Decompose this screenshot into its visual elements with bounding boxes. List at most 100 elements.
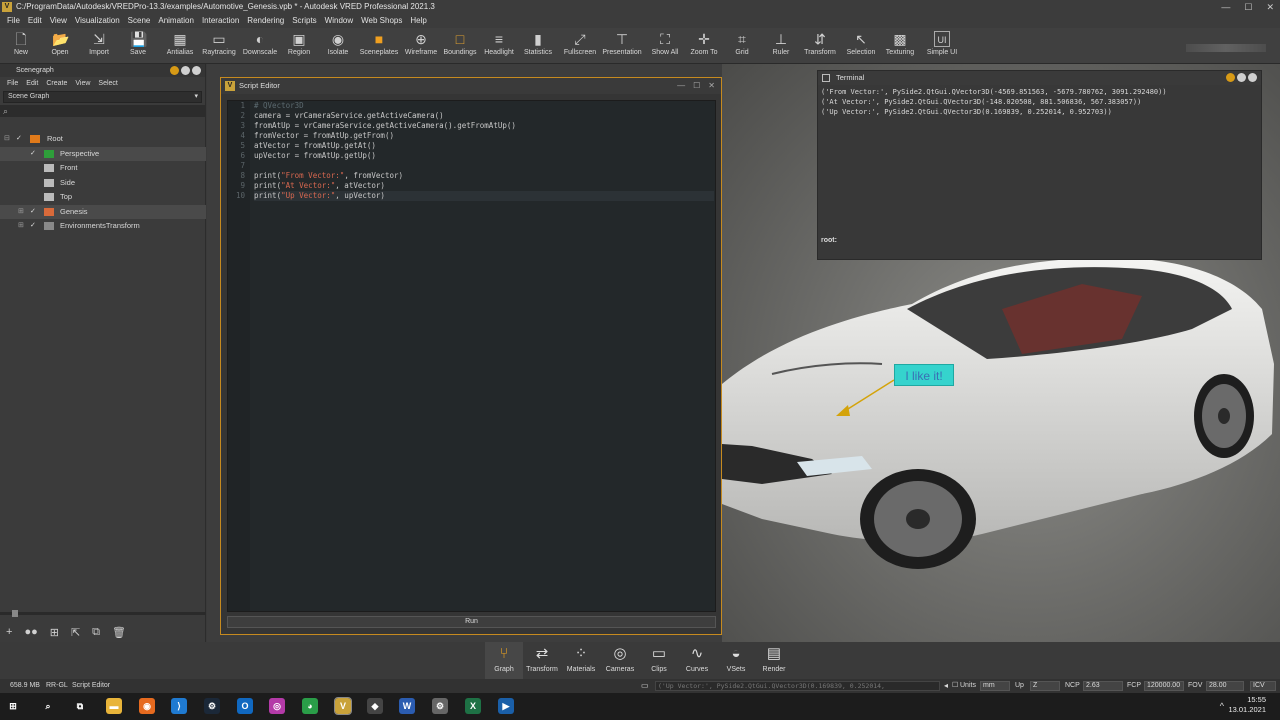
scenegraph-search-input[interactable]: ⌕ <box>0 105 205 117</box>
duplicate-icon[interactable]: ⧉ <box>92 626 100 639</box>
chrome-icon[interactable]: ◕ <box>302 698 318 714</box>
module-curves-button[interactable]: ∿ Curves <box>678 642 716 679</box>
menu-view[interactable]: View <box>46 14 71 28</box>
toolbar-wireframe-button[interactable]: ⊕ Wireframe <box>399 28 443 64</box>
excel-icon[interactable]: X <box>465 698 481 714</box>
minimize-button[interactable]: — <box>1221 0 1230 14</box>
tree-row-side[interactable]: Side <box>0 176 206 191</box>
units-select[interactable]: mm <box>980 681 1010 691</box>
pin-icon[interactable] <box>1226 73 1235 82</box>
tree-row-root[interactable]: ⊟ ✓ Root <box>0 132 206 147</box>
toolbar-ruler-button[interactable]: ⊥ Ruler <box>759 28 803 64</box>
code-lines[interactable]: # QVector3D camera = vrCameraService.getA… <box>254 101 714 201</box>
toolbar-open-button[interactable]: 📂 Open <box>38 28 82 64</box>
toolbar-simple-ui-button[interactable]: UI Simple UI <box>920 28 964 64</box>
chevron-up-icon[interactable]: ^ <box>1220 701 1224 711</box>
module-graph-button[interactable]: ⑂ Graph <box>485 642 523 679</box>
firefox-icon[interactable]: ◉ <box>139 698 155 714</box>
menu-interaction[interactable]: Interaction <box>198 14 243 28</box>
code-editor[interactable]: 1 2 3 4 5 6 7 8 9 10 # QVector3D camera = vrCamera… <box>227 100 716 612</box>
toolbar-headlight-button[interactable]: ≡ Headlight <box>477 28 521 64</box>
code-line[interactable] <box>254 161 714 171</box>
close-panel-icon[interactable] <box>1248 73 1257 82</box>
arrow-icon[interactable]: ◂ <box>944 679 948 693</box>
menu-edit[interactable]: Edit <box>24 14 46 28</box>
windows-start-icon[interactable]: ⊞ <box>5 698 21 714</box>
outlook-icon[interactable]: O <box>237 698 253 714</box>
float-icon[interactable] <box>181 66 190 75</box>
toolbar-transform-button[interactable]: ⇵ Transform <box>798 28 842 64</box>
module-cameras-button[interactable]: ◎ Cameras <box>601 642 639 679</box>
close-panel-icon[interactable] <box>192 66 201 75</box>
code-line[interactable]: upVector = fromAtUp.getUp() <box>254 151 714 161</box>
maximize-button[interactable]: ☐ <box>1244 0 1252 14</box>
tree-row-front[interactable]: Front <box>0 161 206 176</box>
toolbar-new-button[interactable]: 🗋 New <box>0 28 43 64</box>
scenegraph-menu-edit[interactable]: Edit <box>22 77 42 90</box>
module-transform-button[interactable]: ⇄ Transform <box>523 642 561 679</box>
toolbar-grid-button[interactable]: ⌗ Grid <box>720 28 764 64</box>
expand-icon[interactable]: ⊞ <box>18 208 26 216</box>
maximize-icon[interactable]: ☐ <box>693 78 700 94</box>
add-icon[interactable]: + <box>6 626 12 639</box>
expand-icon[interactable]: ⊞ <box>18 222 26 230</box>
vred-icon[interactable]: V <box>334 697 352 715</box>
toolbar-import-button[interactable]: ⇲ Import <box>77 28 121 64</box>
file-explorer-icon[interactable]: ▬ <box>106 698 122 714</box>
code-line[interactable]: camera = vrCameraService.getActiveCamera… <box>254 111 714 121</box>
run-button[interactable]: Run <box>227 616 716 628</box>
visibility-checkbox[interactable] <box>30 164 38 172</box>
code-line[interactable]: fromVector = fromAtUp.getFrom() <box>254 131 714 141</box>
menu-window[interactable]: Window <box>321 14 357 28</box>
module-materials-button[interactable]: ⁘ Materials <box>562 642 600 679</box>
fcp-field[interactable]: 120000.00 <box>1144 681 1184 691</box>
task-view-icon[interactable]: ⧉ <box>72 698 88 714</box>
menu-web-shops[interactable]: Web Shops <box>357 14 406 28</box>
link-icon[interactable]: ●● <box>24 626 37 639</box>
pin-icon[interactable] <box>170 66 179 75</box>
presentation-app-icon[interactable]: ▶ <box>498 698 514 714</box>
close-button[interactable]: ✕ <box>1266 0 1274 14</box>
search-icon[interactable]: ⌕ <box>40 698 56 714</box>
module-vsets-button[interactable]: ◒ VSets <box>717 642 755 679</box>
app-icon[interactable]: ⚙ <box>432 698 448 714</box>
checkbox-icon[interactable]: ☐ <box>952 679 958 693</box>
code-line[interactable]: print("At Vector:", atVector) <box>254 181 714 191</box>
vscode-icon[interactable]: ⟩ <box>171 698 187 714</box>
menu-file[interactable]: File <box>3 14 24 28</box>
expand-icon[interactable]: ⊟ <box>4 135 12 143</box>
tree-row-genesis[interactable]: ⊞ ✓ Genesis <box>0 204 206 219</box>
menu-scene[interactable]: Scene <box>124 14 155 28</box>
word-icon[interactable]: W <box>399 698 415 714</box>
delete-icon[interactable]: 🗑 <box>112 626 126 639</box>
git-icon[interactable]: ◆ <box>367 698 383 714</box>
tree-row-environmentstransform[interactable]: ⊞ ✓ EnvironmentsTransform <box>0 219 206 234</box>
scenegraph-menu-create[interactable]: Create <box>42 77 71 90</box>
visibility-checkbox[interactable] <box>30 193 38 201</box>
annotation-callout[interactable]: I like it! <box>894 364 954 386</box>
close-icon[interactable]: ✕ <box>708 78 715 94</box>
visibility-checkbox[interactable] <box>30 179 38 187</box>
toolbar-downscale-button[interactable]: ◐ Downscale <box>238 28 282 64</box>
visibility-checkbox[interactable]: ✓ <box>30 208 38 216</box>
dropdown-icon[interactable]: ▭ <box>641 679 649 693</box>
float-icon[interactable] <box>1237 73 1246 82</box>
steam-icon[interactable]: ⚙ <box>204 698 220 714</box>
ncp-field[interactable]: 2.63 <box>1083 681 1123 691</box>
toolbar-fullscreen-button[interactable]: ⤢ Fullscreen <box>558 28 602 64</box>
toolbar-antialias-button[interactable]: ▦ Antialias <box>158 28 202 64</box>
menu-visualization[interactable]: Visualization <box>71 14 124 28</box>
icv-button[interactable]: ICV <box>1250 681 1276 691</box>
scenegraph-menu-view[interactable]: View <box>71 77 94 90</box>
media-icon[interactable]: ◎ <box>269 698 285 714</box>
group-icon[interactable]: ⊞ <box>50 626 59 639</box>
fov-field[interactable]: 28.00 <box>1206 681 1244 691</box>
toolbar-boundings-button[interactable]: □ Boundings <box>438 28 482 64</box>
scenegraph-menu-select[interactable]: Select <box>94 77 121 90</box>
toolbar-region-button[interactable]: ▣ Region <box>277 28 321 64</box>
code-line[interactable]: fromAtUp = vrCameraService.getActiveCame… <box>254 121 714 131</box>
toolbar-raytracing-button[interactable]: ▭ Raytracing <box>197 28 241 64</box>
toolbar-texturing-button[interactable]: ▩ Texturing <box>878 28 922 64</box>
move-icon[interactable]: ⇱ <box>71 626 80 639</box>
menu-help[interactable]: Help <box>406 14 430 28</box>
